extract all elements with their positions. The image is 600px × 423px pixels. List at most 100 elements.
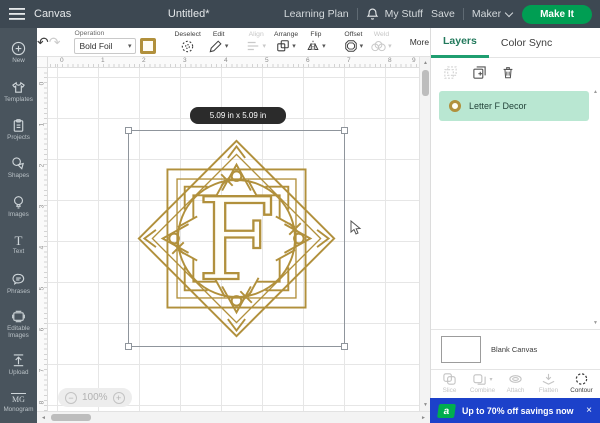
- operation-select[interactable]: Bold Foil ▾: [74, 38, 136, 54]
- learning-plan-link[interactable]: Learning Plan: [284, 8, 349, 20]
- monogram-letter: F: [197, 174, 276, 306]
- sidebar-item-monogram[interactable]: MG Monogram: [0, 385, 37, 423]
- offset-button[interactable]: Offset ▾: [344, 31, 364, 54]
- deselect-button[interactable]: Deselect: [174, 31, 200, 54]
- shapes-icon: [11, 156, 26, 171]
- promo-text: Up to 70% off savings now: [462, 406, 579, 416]
- selection-handle-top-right[interactable]: [341, 127, 348, 134]
- operation-group: Operation Bold Foil ▾: [74, 30, 156, 54]
- canvas-color-swatch[interactable]: [441, 336, 481, 363]
- group-button[interactable]: [443, 65, 458, 80]
- contour-button[interactable]: Contour: [565, 372, 598, 394]
- save-link[interactable]: Save: [431, 8, 455, 20]
- ruler-vertical: 0 1 2 3 4 5 6 7 8: [37, 68, 48, 411]
- foil-operation-icon: [449, 100, 461, 112]
- tab-color-sync[interactable]: Color Sync: [489, 28, 564, 58]
- my-stuff-link[interactable]: My Stuff: [385, 8, 423, 20]
- flatten-button[interactable]: Flatten: [532, 372, 565, 394]
- editable-image-icon: [11, 309, 26, 324]
- delete-button[interactable]: [501, 65, 515, 80]
- size-tooltip: 5.09 in x 5.09 in: [190, 107, 286, 124]
- design-canvas: 0 1 2 3 4 5 6 7 8 9 0 1 2 3 4 5 6 7 8: [37, 57, 430, 423]
- machine-selector[interactable]: Maker: [472, 8, 512, 20]
- sidebar-item-shapes[interactable]: Shapes: [0, 149, 37, 187]
- sidebar-item-editable-images[interactable]: Editable Images: [0, 303, 37, 346]
- flip-mirror-icon: [306, 39, 320, 53]
- mouse-cursor: [350, 220, 362, 236]
- clipboard-icon: [11, 118, 26, 133]
- arrange-button[interactable]: Arrange ▾: [274, 31, 298, 54]
- list-scroll-down-icon[interactable]: ▼: [593, 320, 598, 326]
- ruler-corner: [37, 57, 48, 68]
- contour-icon: [574, 372, 589, 386]
- list-scroll-up-icon[interactable]: ▲: [593, 89, 598, 95]
- selection-handle-top-left[interactable]: [125, 127, 132, 134]
- caret-down-icon: ▾: [360, 42, 364, 50]
- duplicate-icon: [472, 65, 487, 80]
- align-button[interactable]: Align ▾: [246, 31, 266, 54]
- layer-item-letter-f-decor[interactable]: Letter F Decor: [439, 91, 589, 121]
- slice-button[interactable]: Slice: [433, 372, 466, 394]
- selection-handle-bottom-left[interactable]: [125, 343, 132, 350]
- caret-down-icon: ▾: [262, 42, 266, 50]
- canvas-grid[interactable]: F 5.09 in x 5.09 in − 100% +: [48, 68, 419, 411]
- menu-icon[interactable]: [0, 8, 34, 20]
- attach-button[interactable]: Attach: [499, 372, 532, 394]
- weld-button[interactable]: Weld ▾: [371, 31, 392, 54]
- vertical-scroll-thumb[interactable]: [422, 70, 429, 96]
- upload-arrow-icon: [11, 353, 26, 368]
- document-title[interactable]: Untitled*: [168, 8, 210, 20]
- horizontal-scroll-thumb[interactable]: [51, 414, 91, 421]
- new-plus-icon: [11, 41, 26, 56]
- blank-canvas-row: Blank Canvas: [431, 329, 600, 369]
- tab-layers[interactable]: Layers: [431, 28, 489, 58]
- notifications-bell-icon[interactable]: [366, 7, 379, 21]
- layer-actions: Slice ▾ Combine Attach Flatten Contour: [431, 369, 600, 396]
- zoom-in-button[interactable]: +: [113, 392, 125, 404]
- caret-down-icon: ▾: [292, 42, 296, 50]
- sidebar-item-templates[interactable]: Templates: [0, 72, 37, 110]
- weld-icon: [371, 40, 386, 53]
- group-icon: [443, 65, 458, 80]
- sidebar-item-upload[interactable]: Upload: [0, 346, 37, 384]
- zoom-out-button[interactable]: −: [65, 392, 77, 404]
- selection-handle-bottom-right[interactable]: [341, 343, 348, 350]
- left-sidebar: New Templates Projects Shapes Images T T…: [0, 28, 37, 423]
- foil-color-swatch[interactable]: [140, 38, 156, 54]
- redo-button[interactable]: ↷: [49, 35, 61, 49]
- flatten-icon: [541, 372, 556, 386]
- sidebar-item-images[interactable]: Images: [0, 188, 37, 226]
- caret-down-icon: ▾: [225, 42, 229, 50]
- trash-icon: [501, 65, 515, 80]
- pencil-icon: [209, 39, 223, 53]
- undo-button[interactable]: ↶: [37, 35, 49, 49]
- promo-banner[interactable]: a Up to 70% off savings now ×: [430, 398, 600, 423]
- duplicate-button[interactable]: [472, 65, 487, 80]
- tshirt-icon: [11, 80, 26, 95]
- caret-down-icon: ▾: [489, 376, 492, 383]
- combine-button[interactable]: ▾ Combine: [466, 372, 499, 394]
- scroll-right-icon[interactable]: ►: [418, 415, 429, 421]
- make-it-button[interactable]: Make It: [522, 5, 592, 24]
- scroll-left-icon[interactable]: ◄: [38, 415, 49, 421]
- zoom-level: 100%: [82, 392, 108, 403]
- close-icon[interactable]: ×: [586, 405, 592, 416]
- cricut-design-space: Canvas Untitled* Learning Plan My Stuff …: [0, 0, 600, 423]
- sidebar-item-text[interactable]: T Text: [0, 226, 37, 264]
- canvas-vertical-scrollbar[interactable]: ▲ ▼: [419, 57, 430, 411]
- selection-bounding-box[interactable]: F: [128, 130, 345, 347]
- edit-button[interactable]: Edit ▾: [209, 31, 229, 54]
- canvas-horizontal-scrollbar[interactable]: ◄ ►: [37, 411, 430, 423]
- zoom-control: − 100% +: [58, 388, 132, 407]
- sidebar-item-new[interactable]: New: [0, 34, 37, 72]
- sidebar-item-projects[interactable]: Projects: [0, 111, 37, 149]
- caret-down-icon: ▾: [128, 42, 132, 50]
- sidebar-item-phrases[interactable]: Phrases: [0, 264, 37, 302]
- offset-icon: [344, 39, 358, 53]
- letter-f-decor-design[interactable]: F: [131, 133, 342, 344]
- attach-paperclip-icon: [508, 372, 523, 386]
- flip-button[interactable]: Flip ▾: [306, 31, 326, 54]
- edit-toolbar: ↶ ↷ Operation Bold Foil ▾ Deselect Edit …: [37, 28, 430, 57]
- slice-icon: [442, 372, 457, 386]
- layer-tools: [431, 58, 600, 85]
